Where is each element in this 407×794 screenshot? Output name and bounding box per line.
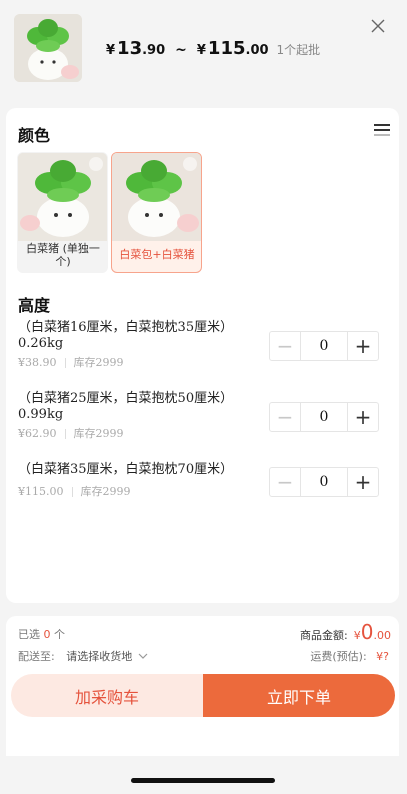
sku-meta: ¥62.90 库存2999 [18, 425, 124, 441]
sku-stock: 库存2999 [80, 485, 131, 498]
sku-price: ¥62.90 [18, 427, 57, 440]
ship-address[interactable]: 请选择收货地 [66, 650, 132, 663]
sku-meta: ¥115.00 库存2999 [18, 483, 131, 499]
sku-price: ¥115.00 [18, 485, 64, 498]
minus-button[interactable]: − [270, 468, 300, 496]
selected-prefix: 已选 [18, 628, 40, 641]
sku-meta: ¥38.90 库存2999 [18, 354, 124, 370]
zoom-icon[interactable] [89, 157, 103, 171]
add-to-cart-button[interactable]: 加采购车 [11, 674, 203, 717]
color-option-label: 白菜猪 (单独一个) [26, 242, 100, 268]
product-header: ¥ 13 .90 ~ ¥ 115 .00 1个起批 [0, 0, 407, 100]
freight-estimate: 运费(预估): ¥? [310, 648, 389, 664]
quantity-value[interactable]: 0 [300, 403, 348, 431]
product-thumbnail[interactable] [14, 14, 82, 82]
amount-int: 0 [360, 620, 374, 644]
selected-count: 已选 0 个 [18, 626, 65, 642]
plus-button[interactable]: + [348, 332, 378, 360]
home-indicator[interactable] [131, 778, 275, 783]
price-max-int: 115 [207, 38, 246, 59]
goods-amount: 商品金额: ¥ 0 .00 [300, 620, 391, 644]
selected-count-value: 0 [43, 628, 51, 641]
list-view-icon[interactable] [374, 124, 390, 140]
amount-dec: .00 [373, 629, 392, 642]
color-option-label: 白菜包+白菜猪 [119, 248, 195, 261]
minus-button[interactable]: − [270, 332, 300, 360]
zoom-icon[interactable] [183, 157, 197, 171]
price-tilde: ~ [175, 42, 187, 58]
color-option-pig-only[interactable]: 白菜猪 (单独一个) [17, 152, 108, 273]
order-summary-bar: 已选 0 个 商品金额: ¥ 0 .00 配送至: 请选择收货地 运费(预估):… [6, 616, 399, 756]
price-range: ¥ 13 .90 ~ ¥ 115 .00 1个起批 [106, 38, 320, 59]
sku-name: （白菜猪16厘米，白菜抱枕35厘米）0.26kg [18, 320, 234, 351]
price-min-dec: .90 [142, 43, 166, 58]
minus-button[interactable]: − [270, 403, 300, 431]
amount-label: 商品金额: [300, 629, 348, 642]
sku-row: （白菜猪25厘米，白菜抱枕50厘米）0.99kg ¥62.90 库存2999 − … [6, 391, 399, 451]
quantity-stepper: − 0 + [269, 402, 379, 432]
sku-row: （白菜猪16厘米，白菜抱枕35厘米）0.26kg ¥38.90 库存2999 − … [6, 320, 399, 380]
quantity-value[interactable]: 0 [300, 468, 348, 496]
chevron-down-icon [138, 650, 148, 663]
ship-to[interactable]: 配送至: 请选择收货地 [18, 648, 148, 664]
freight-value: ¥? [376, 650, 389, 663]
quantity-value[interactable]: 0 [300, 332, 348, 360]
freight-label: 运费(预估): [310, 650, 367, 663]
price-currency: ¥ [106, 43, 116, 58]
amount-currency: ¥ [353, 629, 361, 642]
sku-card: 颜色 白菜猪 (单独一个) 白菜包+白菜猪 高度 （白菜猪16厘米，白菜抱枕35… [6, 108, 399, 603]
plus-button[interactable]: + [348, 403, 378, 431]
quantity-stepper: − 0 + [269, 331, 379, 361]
ship-label: 配送至: [18, 650, 55, 663]
plus-button[interactable]: + [348, 468, 378, 496]
sku-name: （白菜猪25厘米，白菜抱枕50厘米）0.99kg [18, 391, 234, 422]
buy-now-button[interactable]: 立即下单 [203, 674, 395, 717]
sku-stock: 库存2999 [73, 356, 124, 369]
color-section-title: 颜色 [18, 126, 51, 145]
close-icon[interactable] [368, 16, 388, 36]
sku-price: ¥38.90 [18, 356, 57, 369]
sku-row: （白菜猪35厘米，白菜抱枕70厘米） ¥115.00 库存2999 − 0 + [6, 462, 399, 522]
price-currency: ¥ [196, 43, 206, 58]
color-option-bag-and-pig[interactable]: 白菜包+白菜猪 [111, 152, 202, 273]
price-min-int: 13 [117, 38, 143, 59]
height-section-title: 高度 [18, 296, 51, 315]
plush-image [14, 14, 82, 82]
quantity-stepper: − 0 + [269, 467, 379, 497]
min-order-label: 1个起批 [276, 43, 321, 57]
sku-stock: 库存2999 [73, 427, 124, 440]
selected-suffix: 个 [54, 628, 65, 641]
sku-selector-sheet: ¥ 13 .90 ~ ¥ 115 .00 1个起批 颜色 白菜猪 (单独一个) … [0, 0, 407, 794]
price-max-dec: .00 [245, 43, 269, 58]
sku-name: （白菜猪35厘米，白菜抱枕70厘米） [18, 462, 234, 477]
